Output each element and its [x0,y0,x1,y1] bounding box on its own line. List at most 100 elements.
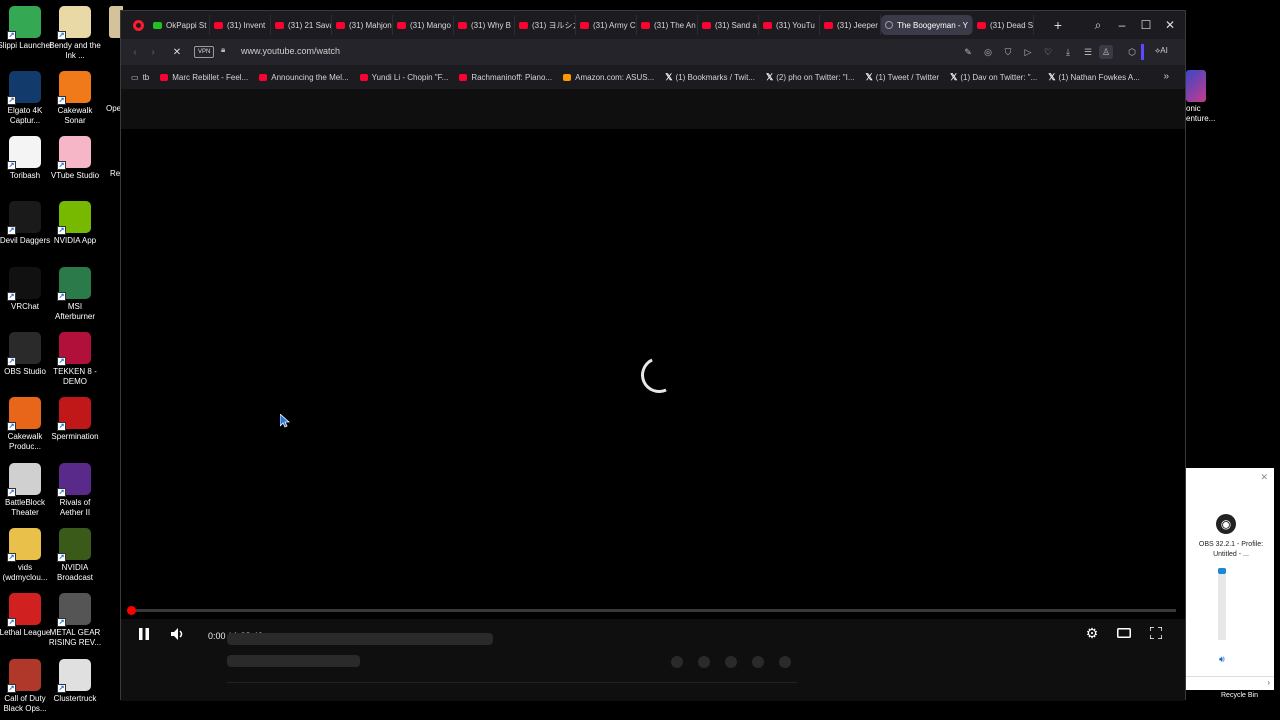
shortcut-arrow-icon: ↗ [7,422,16,431]
ai-button[interactable]: ⟡AI [1155,46,1168,56]
desktop-shortcut[interactable]: ↗ vids (wdmyclou... [0,528,50,583]
desktop-shortcut[interactable]: ↗ Clustertruck [50,659,100,704]
shortcut-arrow-icon: ↗ [57,357,66,366]
browser-tab[interactable]: (31) Why B [454,15,515,35]
desktop-icon-label: Slippi Launcher [0,41,53,50]
desktop-shortcut[interactable]: ↗ MSI Afterburner [50,267,100,322]
browser-tab[interactable]: (31) Mango [393,15,454,35]
obs-volume-knob[interactable] [1218,568,1226,574]
bookmark-item[interactable]: Announcing the Mel... [259,73,349,82]
mouse-cursor-icon [280,414,290,428]
extension-icon[interactable]: ⬡ [1125,45,1139,59]
search-tabs-icon[interactable]: ⌕ [1087,15,1109,35]
desktop-shortcut[interactable]: ↗ VTube Studio [50,136,100,181]
bookmark-item[interactable]: ▭ tb [131,73,149,82]
browser-tab[interactable]: OkPappi St [149,15,210,35]
camera-icon[interactable]: ◎ [981,45,995,59]
desktop-shortcut[interactable]: ↗ Toribash [0,136,50,181]
lock-icon[interactable]: 🔒︎ [221,45,231,57]
bookmark-item[interactable]: 𝕏 (1) Nathan Fowkes A... [1048,72,1140,83]
desktop-shortcut[interactable]: ↗ NVIDIA Broadcast [50,528,100,583]
scrubber-handle[interactable] [127,606,136,615]
tab-favicon-icon [336,21,345,29]
close-button[interactable]: ✕ [1159,15,1181,35]
video-player[interactable]: 0:00 / 1:28:49 ⚙ [121,129,1185,641]
url-input[interactable]: www.youtube.com/watch [241,46,340,56]
desktop-shortcut[interactable]: ↗ OBS Studio [0,332,50,377]
desktop-shortcut[interactable]: ↗ Call of Duty Black Ops... [0,659,50,714]
clustertruck-icon: ↗ [57,659,91,693]
scroll-right-icon[interactable]: › [1267,678,1270,687]
action-placeholder [725,656,737,668]
bookmarks-overflow-icon[interactable]: » [1163,71,1169,82]
bookmark-label: Marc Rebillet - Feel... [172,72,249,82]
settings-gear-icon[interactable]: ⚙ [1083,624,1101,642]
menu-icon[interactable]: ☰ [1081,45,1095,59]
amazon-icon [563,73,572,81]
browser-tab[interactable]: (31) Dead S [973,15,1034,35]
browser-tab[interactable]: (31) Invent [210,15,271,35]
shortcut-arrow-icon: ↗ [57,422,66,431]
bookmark-item[interactable]: 𝕏 (1) Tweet / Twitter [866,72,940,83]
browser-tab[interactable]: (31) Jeeper [820,15,881,35]
volume-button[interactable] [169,625,187,643]
browser-tab[interactable]: (31) ヨルシカ [515,15,576,35]
forward-icon[interactable]: › [145,44,161,60]
bookmark-item[interactable]: 𝕏 (2) pho on Twitter: "I... [766,72,855,83]
desktop-shortcut[interactable]: ↗ Devil Daggers [0,201,50,246]
desktop-shortcut[interactable]: ↗ Rivals of Aether II [50,463,100,518]
browser-tab[interactable]: (31) Mahjon [332,15,393,35]
bookmark-item[interactable]: Marc Rebillet - Feel... [160,73,248,82]
shield-icon[interactable]: ⛉ [1001,45,1015,59]
sidebar-accent [1141,44,1144,60]
desktop-shortcut[interactable]: ↗ METAL GEAR RISING REV... [49,593,101,648]
back-icon[interactable]: ‹ [127,44,143,60]
stop-loading-icon[interactable]: ✕ [169,44,185,60]
browser-tab[interactable]: (31) Sand a [698,15,759,35]
opera-logo-icon[interactable] [127,15,149,35]
bookmark-item[interactable]: Yundi Li - Chopin "F... [359,73,448,82]
edit-icon[interactable]: ✎ [961,45,975,59]
play-icon[interactable]: ▷ [1021,45,1035,59]
fullscreen-button[interactable] [1147,624,1165,642]
browser-tab[interactable]: (31) YouTu [759,15,820,35]
bendy-ink-icon: ↗ [57,6,91,40]
bookmark-item[interactable]: Amazon.com: ASUS... [563,73,654,82]
profile-icon[interactable]: ♙ [1099,45,1113,59]
bookmark-item[interactable]: Rachmaninoff: Piano... [459,73,552,82]
desktop-shortcut[interactable]: ↗ Cakewalk Produc... [0,397,50,452]
vpn-badge[interactable]: VPN [194,46,215,58]
desktop-shortcut[interactable]: ↗ NVIDIA App [50,201,100,246]
tab-favicon-icon [214,21,223,29]
desktop-shortcut[interactable]: ↗ Cakewalk Sonar [50,71,100,126]
desktop-shortcut[interactable]: ↗ VRChat [0,267,50,312]
heart-icon[interactable]: ♡ [1041,45,1055,59]
obs-logo-icon: ◉ [1216,514,1236,534]
desktop-shortcut[interactable]: ↗ Elgato 4K Captur... [0,71,50,126]
browser-tab[interactable]: (31) The An [637,15,698,35]
browser-tab[interactable]: The Boogeyman - Y [881,15,973,35]
pause-button[interactable] [137,625,151,643]
obs-close-icon[interactable]: ✕ [1260,472,1268,483]
desktop-shortcut[interactable]: ↗ Slippi Launcher [0,6,53,51]
desktop-shortcut[interactable]: ↗ Bendy and the Ink ... [49,6,101,61]
sonic-game-icon[interactable] [1186,70,1206,102]
shortcut-arrow-icon: ↗ [57,684,66,693]
desktop-shortcut[interactable]: ↗ BattleBlock Theater [0,463,50,518]
minimize-button[interactable]: – [1111,15,1133,35]
theater-mode-button[interactable] [1115,624,1133,642]
browser-tab[interactable]: (31) Army C [576,15,637,35]
desktop-shortcut[interactable]: ↗ Lethal League [0,593,50,638]
bookmark-item[interactable]: 𝕏 (1) Dav on Twitter: "... [950,72,1037,83]
new-tab-button[interactable]: + [1049,16,1067,34]
maximize-button[interactable]: ☐ [1135,15,1157,35]
desktop-shortcut[interactable]: ↗ TEKKEN 8 - DEMO [50,332,100,387]
progress-bar[interactable] [127,606,1176,615]
bookmark-item[interactable]: 𝕏 (1) Bookmarks / Twit... [665,72,755,83]
desktop-shortcut[interactable]: ↗ Spermination [50,397,100,442]
x-twitter-icon: 𝕏 [865,71,873,82]
obs-scrollbar[interactable]: › [1186,676,1274,690]
download-icon[interactable]: ⤓ [1061,45,1075,59]
obs-speaker-icon[interactable]: 🔊︎ [1219,654,1225,665]
browser-tab[interactable]: (31) 21 Sava [271,15,332,35]
